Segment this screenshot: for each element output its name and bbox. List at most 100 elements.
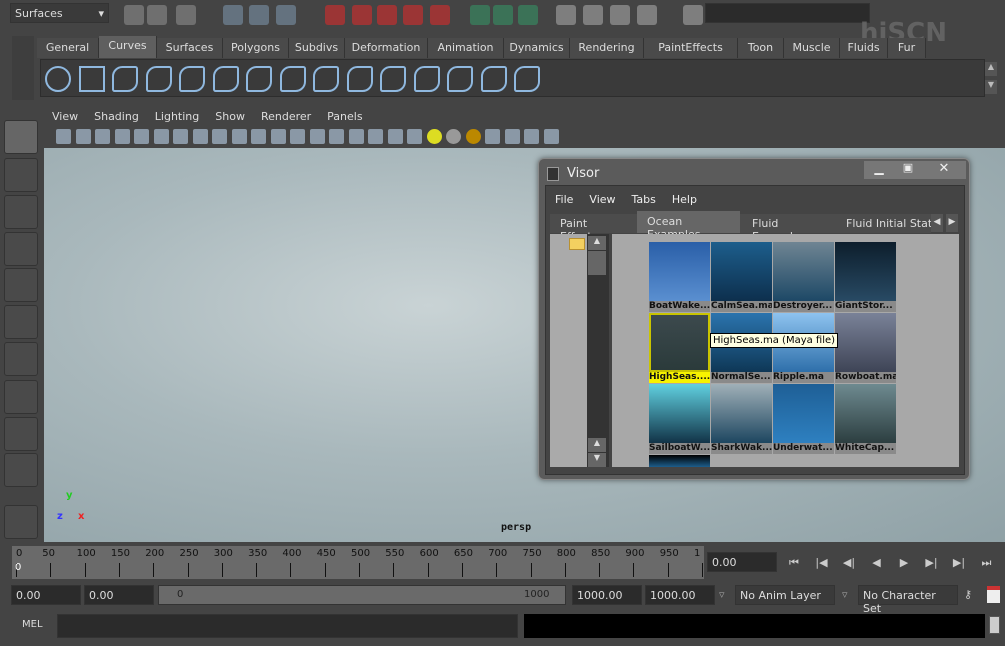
smooth-shade-icon[interactable] [192, 129, 208, 144]
character-set-dropdown-icon[interactable]: ▿ [842, 588, 848, 601]
image-plane-icon[interactable] [95, 129, 110, 144]
bookmark-icon[interactable] [75, 129, 91, 144]
ipr-render-icon[interactable] [610, 5, 630, 25]
current-time-field[interactable]: 0.00 [707, 552, 777, 572]
save-scene-icon[interactable] [176, 5, 196, 25]
play-backward-icon[interactable]: ◀ [870, 556, 884, 570]
shelf-menu-button[interactable] [12, 36, 34, 100]
shadow-icon[interactable] [387, 129, 403, 144]
move-tool-icon[interactable] [4, 232, 38, 266]
menu-shading[interactable]: Shading [94, 110, 139, 123]
quick-select-icon[interactable] [683, 5, 703, 25]
scroll-up-icon[interactable]: ▲ [588, 236, 606, 250]
scroll-up-icon-2[interactable]: ▲ [588, 438, 606, 452]
rotate-tool-icon[interactable] [4, 268, 38, 302]
visor-item[interactable]: HighSeas.... [649, 313, 710, 383]
time-slider[interactable]: 0 50 100 150 200 250 300 350 400 450 500 550 600 650 7… [12, 546, 704, 579]
menu-renderer[interactable]: Renderer [261, 110, 311, 123]
shelf-scroll-up-icon[interactable]: ▲ [985, 62, 997, 76]
cv-curve-icon[interactable] [112, 66, 138, 92]
camera-icon[interactable] [446, 129, 461, 144]
folder-icon[interactable] [569, 238, 585, 250]
step-forward-frame-icon[interactable]: ▶| [925, 556, 939, 570]
start-time-field[interactable]: 0.00 [11, 585, 81, 605]
select-hierarchy-icon[interactable] [223, 5, 243, 25]
xray-joints-icon[interactable] [251, 129, 266, 144]
minimize-button[interactable]: ▁ [864, 161, 894, 179]
soft-mod-icon[interactable] [4, 380, 38, 414]
flat-shade-icon[interactable] [212, 129, 227, 144]
menu-view[interactable]: View [52, 110, 78, 123]
bookmark-icon-24[interactable] [524, 129, 539, 144]
detach-curve-icon[interactable] [279, 66, 306, 92]
anim-start-field[interactable]: 0.00 [84, 585, 154, 605]
snap-curve-icon[interactable] [352, 5, 372, 25]
visor-tab-paint-effects[interactable]: Paint Effects [550, 214, 637, 243]
scroll-down-icon[interactable]: ▼ [588, 453, 606, 467]
visor-item[interactable]: GiantStor... [835, 242, 896, 312]
end-time-field[interactable]: 1000.00 [645, 585, 715, 605]
partial-thumbnail[interactable] [649, 455, 710, 467]
select-object-icon[interactable] [249, 5, 269, 25]
visor-tab-fluid-initial-state[interactable]: Fluid Initial State [836, 214, 931, 233]
visor-menu-tabs[interactable]: Tabs [632, 193, 656, 206]
image-plane-icon-25[interactable] [543, 129, 559, 144]
shelf-tab-dynamics[interactable]: Dynamics [504, 38, 570, 58]
snap-point-icon[interactable] [377, 5, 397, 25]
align-curve-icon[interactable] [313, 66, 339, 92]
maximize-button[interactable]: ▣ [894, 161, 922, 179]
pencil-curve-icon[interactable] [145, 66, 172, 92]
offset-curve-icon[interactable] [380, 66, 406, 92]
visor-item[interactable]: Ripple.ma [773, 313, 834, 383]
tab-scroll-right-icon[interactable]: ▶ [946, 214, 958, 232]
wireframe-icon[interactable] [153, 129, 169, 144]
shelf-scroll-down-icon[interactable]: ▼ [985, 80, 997, 94]
shelf-tab-fluids[interactable]: Fluids [840, 38, 888, 58]
close-button[interactable]: ✕ [922, 161, 966, 179]
anim-preferences-icon[interactable] [987, 586, 1000, 603]
range-slider[interactable]: 0 1000 [158, 585, 566, 605]
texture-icon[interactable] [270, 129, 286, 144]
square-icon[interactable] [78, 66, 105, 92]
fillet-curve-icon[interactable] [447, 66, 473, 92]
add-points-icon[interactable] [514, 66, 540, 92]
step-forward-key-icon[interactable]: ▶| [952, 556, 966, 570]
manipulator-icon[interactable] [4, 342, 38, 376]
visor-item[interactable]: Rowboat.ma [835, 313, 896, 383]
visor-item[interactable]: SailboatW... [649, 384, 710, 454]
attach-curve-icon[interactable] [212, 66, 239, 92]
scale-tool-icon[interactable] [4, 305, 38, 339]
circle-icon[interactable] [45, 66, 71, 92]
visor-tab-ocean-examples[interactable]: Ocean Examples [637, 211, 740, 241]
visor-item[interactable]: BoatWake... [649, 242, 710, 312]
bounding-box-icon[interactable] [329, 129, 344, 144]
wireframe-box-icon[interactable] [290, 129, 305, 144]
shelf-tab-toon[interactable]: Toon [738, 38, 784, 58]
scroll-thumb[interactable] [588, 251, 606, 275]
smooth-box-icon[interactable] [309, 129, 325, 144]
step-back-key-icon[interactable]: |◀ [815, 556, 829, 570]
shelf-tab-curves[interactable]: Curves [99, 36, 157, 58]
snap-grid-icon[interactable] [325, 5, 345, 25]
shelf-tab-surfaces[interactable]: Surfaces [157, 38, 223, 58]
shelf-tab-general[interactable]: General [37, 38, 99, 58]
mel-command-input[interactable] [57, 614, 518, 638]
anim-layer-dropdown-icon[interactable]: ▿ [719, 588, 725, 601]
last-tool-icon[interactable] [4, 453, 38, 487]
go-to-end-icon[interactable]: ⏭ [980, 556, 994, 570]
isolate-icon[interactable] [348, 129, 364, 144]
visor-item[interactable]: NormalSe... [711, 313, 772, 383]
snap-plane-icon[interactable] [403, 5, 423, 25]
resolution-gate-icon[interactable] [465, 129, 481, 144]
grease-pencil-icon[interactable] [114, 129, 130, 144]
visor-item[interactable]: CalmSea.ma [711, 242, 772, 312]
shelf-tab-subdivs[interactable]: Subdivs [289, 38, 345, 58]
select-tool-icon[interactable] [4, 120, 38, 154]
visor-menu-file[interactable]: File [555, 193, 573, 206]
character-set-field[interactable]: No Character Set [858, 585, 958, 615]
construction-history-icon[interactable] [518, 5, 538, 25]
input-ops-icon[interactable] [470, 5, 490, 25]
menu-lighting[interactable]: Lighting [155, 110, 199, 123]
xray-icon[interactable] [231, 129, 247, 144]
menu-set-dropdown[interactable]: Surfaces ▾ [10, 3, 109, 23]
